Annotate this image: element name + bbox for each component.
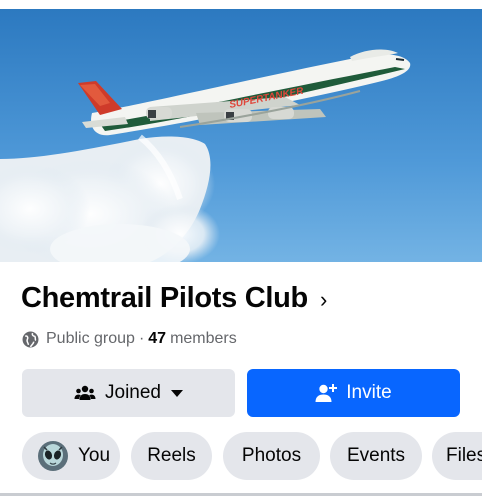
group-name: Chemtrail Pilots Club — [21, 282, 308, 314]
tab-files[interactable]: Files — [432, 432, 482, 480]
invite-label: Invite — [346, 382, 392, 403]
caret-down-icon — [171, 389, 183, 397]
tab-photos-label: Photos — [241, 445, 302, 466]
group-tabs: You Reels Photos Events Files — [22, 432, 482, 480]
section-divider — [0, 493, 482, 496]
privacy-label: Public group — [46, 330, 135, 347]
alien-avatar — [37, 441, 68, 471]
group-meta: Public group · 47 members — [22, 330, 237, 348]
joined-label: Joined — [105, 382, 161, 403]
tab-reels[interactable]: Reels — [131, 432, 212, 480]
add-person-icon — [315, 384, 338, 402]
people-icon — [74, 385, 96, 400]
cover-illustration: SUPERTANKER — [0, 9, 482, 262]
tab-events-label: Events — [346, 445, 406, 466]
cover-photo[interactable]: SUPERTANKER — [0, 9, 482, 262]
member-count[interactable]: 47 — [148, 330, 166, 348]
tab-photos[interactable]: Photos — [223, 432, 320, 480]
tab-you-label: You — [77, 445, 111, 466]
group-title-row[interactable]: Chemtrail Pilots Club › — [21, 282, 327, 315]
meta-separator: · — [138, 330, 145, 347]
chevron-right-icon: › — [319, 286, 328, 312]
joined-button[interactable]: Joined — [22, 369, 235, 417]
tab-you[interactable]: You — [22, 432, 120, 480]
tab-files-label: Files — [446, 445, 482, 466]
invite-button[interactable]: Invite — [247, 369, 460, 417]
member-label[interactable]: members — [170, 330, 237, 348]
globe-icon — [22, 331, 39, 347]
tab-events[interactable]: Events — [330, 432, 422, 480]
tab-reels-label: Reels — [147, 445, 196, 466]
